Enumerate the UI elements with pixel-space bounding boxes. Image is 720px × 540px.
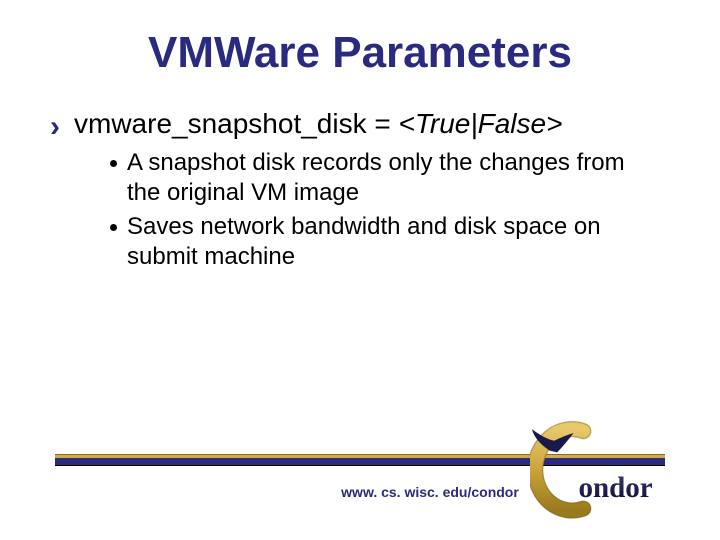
logo-text-suffix: ondor xyxy=(578,472,652,504)
bullet-prefix: vmware_snapshot_disk = xyxy=(74,108,399,139)
dot-icon xyxy=(110,160,117,167)
sub-bullet: A snapshot disk records only the changes… xyxy=(110,148,640,208)
sub-bullet-text: A snapshot disk records only the changes… xyxy=(127,148,640,208)
content-area: › vmware_snapshot_disk = <True|False> A … xyxy=(0,78,720,272)
condor-logo: ondor xyxy=(530,410,685,520)
sub-bullet-list: A snapshot disk records only the changes… xyxy=(50,148,670,272)
bullet-value: <True|False> xyxy=(399,108,563,139)
slide-title: VMWare Parameters xyxy=(0,0,720,78)
main-bullet-text: vmware_snapshot_disk = <True|False> xyxy=(74,108,562,140)
chevron-icon: › xyxy=(50,112,60,142)
main-bullet: › vmware_snapshot_disk = <True|False> xyxy=(50,108,670,142)
dot-icon xyxy=(110,224,117,231)
sub-bullet: Saves network bandwidth and disk space o… xyxy=(110,212,640,272)
sub-bullet-text: Saves network bandwidth and disk space o… xyxy=(127,212,640,272)
